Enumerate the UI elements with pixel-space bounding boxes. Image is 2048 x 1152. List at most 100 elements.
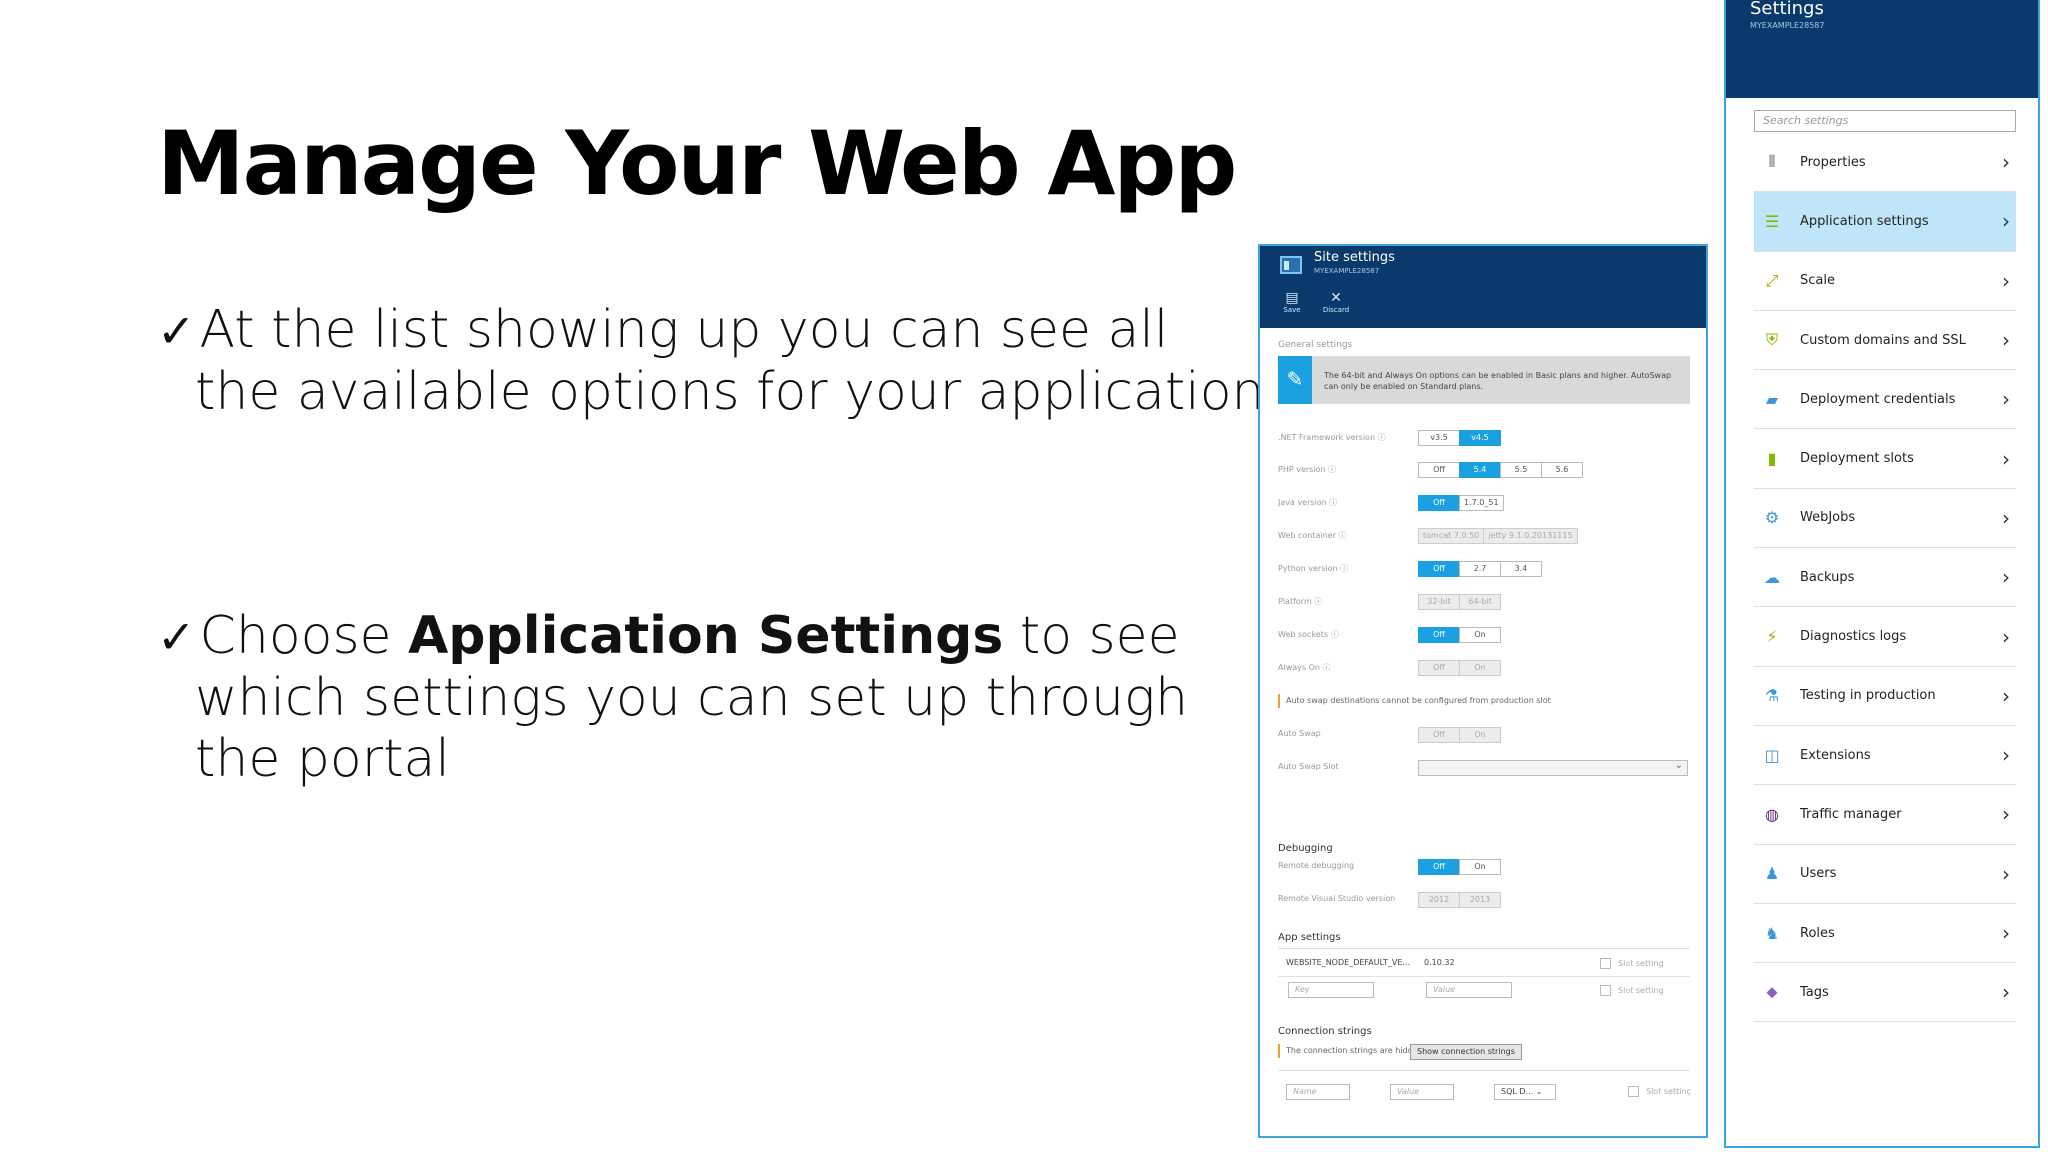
auto-swap-option-off[interactable]: Off bbox=[1418, 727, 1460, 743]
settings-item-custom-domains-and-ssl[interactable]: ⛨ Custom domains and SSL › bbox=[1754, 310, 2016, 371]
general-settings-label: General settings bbox=[1278, 340, 1353, 350]
remote-debugging-option-on[interactable]: On bbox=[1459, 859, 1501, 875]
settings-item-deployment-credentials[interactable]: ▰ Deployment credentials › bbox=[1754, 370, 2016, 430]
info-banner-text: The 64-bit and Always On options can be … bbox=[1324, 371, 1672, 391]
java-version-toggle: Off 1.7.0_51 bbox=[1418, 495, 1504, 511]
app-setting-key[interactable]: WEBSITE_NODE_DEFAULT_VE... bbox=[1286, 958, 1410, 967]
python-version-label: Python version ⓘ bbox=[1278, 564, 1349, 573]
python-option-off[interactable]: Off bbox=[1418, 561, 1460, 577]
vs-option-2012[interactable]: 2012 bbox=[1418, 892, 1460, 908]
web-sockets-option-off[interactable]: Off bbox=[1418, 627, 1460, 643]
app-setting-value-input[interactable]: Value bbox=[1426, 982, 1512, 998]
settings-item-deployment-slots[interactable]: ▮ Deployment slots › bbox=[1754, 429, 2016, 489]
connection-name-input[interactable]: Name bbox=[1286, 1084, 1350, 1100]
site-settings-title: Site settings bbox=[1314, 250, 1395, 265]
settings-blade: Settings MYEXAMPLE28587 Search settings … bbox=[1724, 0, 2040, 1148]
show-connection-strings-button[interactable]: Show connection strings bbox=[1410, 1044, 1522, 1060]
settings-item-label: Roles bbox=[1800, 925, 1835, 941]
bullet-2-pre: Choose bbox=[199, 606, 409, 666]
settings-item-traffic-manager[interactable]: ◍ Traffic manager › bbox=[1754, 785, 2016, 845]
divider bbox=[1278, 948, 1690, 949]
container-option-jetty[interactable]: jetty 9.1.0.20131115 bbox=[1483, 528, 1578, 544]
net-option-v45[interactable]: v4.5 bbox=[1459, 430, 1501, 446]
settings-item-testing-in-production[interactable]: ⚗ Testing in production › bbox=[1754, 666, 2016, 726]
new-slot-setting-checkbox[interactable] bbox=[1600, 985, 1611, 996]
chevron-right-icon: › bbox=[2002, 861, 2010, 886]
divider bbox=[1278, 976, 1690, 977]
cloud-icon: ☁ bbox=[1764, 567, 1780, 587]
connection-type-select[interactable]: SQL D... ⌄ bbox=[1494, 1084, 1556, 1100]
vs-option-2013[interactable]: 2013 bbox=[1459, 892, 1501, 908]
settings-item-properties[interactable]: ⦀ Properties › bbox=[1754, 133, 2016, 193]
settings-item-backups[interactable]: ☁ Backups › bbox=[1754, 548, 2016, 608]
save-button[interactable]: ▤ Save bbox=[1272, 290, 1312, 314]
container-option-tomcat[interactable]: tomcat 7.0.50 bbox=[1418, 528, 1485, 544]
settings-item-label: Traffic manager bbox=[1800, 806, 1902, 822]
bullet-1-line-1: At the list showing up you can see all bbox=[199, 300, 1169, 360]
auto-swap-toggle: Off On bbox=[1418, 727, 1501, 743]
checkmark-icon: ✓ bbox=[157, 610, 196, 664]
always-on-option-on[interactable]: On bbox=[1459, 660, 1501, 676]
auto-swap-option-on[interactable]: On bbox=[1459, 727, 1501, 743]
auto-swap-slot-label: Auto Swap Slot bbox=[1278, 762, 1339, 771]
settings-menu: ⦀ Properties › ☰ Application settings › ⤢ Scale… bbox=[1754, 133, 2016, 1023]
settings-item-users[interactable]: ♟ Users › bbox=[1754, 844, 2016, 904]
php-option-54[interactable]: 5.4 bbox=[1459, 462, 1501, 478]
net-option-v35[interactable]: v3.5 bbox=[1418, 430, 1460, 446]
divider bbox=[1278, 1070, 1690, 1071]
app-setting-key-input[interactable]: Key bbox=[1288, 982, 1374, 998]
settings-item-label: Scale bbox=[1800, 273, 1835, 289]
settings-item-tags[interactable]: ⬥ Tags › bbox=[1754, 963, 2016, 1023]
shield-icon: ⛨ bbox=[1765, 330, 1778, 350]
auto-swap-label: Auto Swap bbox=[1278, 729, 1321, 738]
python-option-27[interactable]: 2.7 bbox=[1459, 561, 1501, 577]
settings-title: Settings bbox=[1750, 0, 1824, 19]
net-version-toggle: v3.5 v4.5 bbox=[1418, 430, 1501, 446]
settings-item-scale[interactable]: ⤢ Scale › bbox=[1754, 251, 2016, 311]
settings-item-label: Deployment credentials bbox=[1800, 391, 1956, 407]
settings-item-application-settings[interactable]: ☰ Application settings › bbox=[1754, 192, 2016, 252]
chevron-right-icon: › bbox=[2002, 328, 2010, 353]
php-option-off[interactable]: Off bbox=[1418, 462, 1460, 478]
slot-setting-label: Slot setting bbox=[1618, 959, 1664, 968]
platform-option-64bit[interactable]: 64-bit bbox=[1459, 594, 1501, 610]
platform-option-32bit[interactable]: 32-bit bbox=[1418, 594, 1460, 610]
settings-item-label: Custom domains and SSL bbox=[1800, 332, 1966, 348]
search-settings-input[interactable]: Search settings bbox=[1754, 110, 2016, 132]
settings-item-label: WebJobs bbox=[1800, 510, 1856, 526]
always-on-option-off[interactable]: Off bbox=[1418, 660, 1460, 676]
properties-icon: ⦀ bbox=[1768, 152, 1776, 172]
chevron-right-icon: › bbox=[2002, 980, 2010, 1005]
slot-setting-checkbox[interactable] bbox=[1600, 958, 1611, 969]
slide-title: Manage Your Web App bbox=[157, 112, 1237, 215]
java-option-off[interactable]: Off bbox=[1418, 495, 1460, 511]
auto-swap-slot-select[interactable]: ⌄ bbox=[1418, 760, 1688, 776]
autoswap-warning: Auto swap destinations cannot be configu… bbox=[1278, 694, 1551, 708]
bullet-point-1: ✓At the list showing up you can see all … bbox=[157, 300, 1264, 423]
bullet-2-line-3: the portal bbox=[195, 729, 450, 789]
settings-item-label: Application settings bbox=[1800, 213, 1929, 229]
remote-debugging-option-off[interactable]: Off bbox=[1418, 859, 1460, 875]
settings-item-diagnostics-logs[interactable]: ⚡ Diagnostics logs › bbox=[1754, 607, 2016, 667]
settings-item-extensions[interactable]: ◫ Extensions › bbox=[1754, 725, 2016, 786]
discard-button[interactable]: ✕ Discard bbox=[1316, 290, 1356, 314]
php-option-55[interactable]: 5.5 bbox=[1500, 462, 1542, 478]
vs-version-label: Remote Visual Studio version bbox=[1278, 894, 1396, 903]
testing-icon: ⚗ bbox=[1764, 686, 1780, 706]
settings-item-roles[interactable]: ♞ Roles › bbox=[1754, 903, 2016, 964]
platform-label: Platform ⓘ bbox=[1278, 597, 1323, 606]
settings-subtitle: MYEXAMPLE28587 bbox=[1750, 21, 1825, 30]
python-option-34[interactable]: 3.4 bbox=[1500, 561, 1542, 577]
chevron-right-icon: › bbox=[2002, 387, 2010, 412]
connection-slot-setting-checkbox[interactable] bbox=[1628, 1086, 1639, 1097]
connection-value-input[interactable]: Value bbox=[1390, 1084, 1454, 1100]
app-setting-value[interactable]: 0.10.32 bbox=[1424, 958, 1455, 967]
java-option-170[interactable]: 1.7.0_51 bbox=[1459, 495, 1504, 511]
settings-item-label: Testing in production bbox=[1800, 688, 1936, 704]
java-version-label: Java version ⓘ bbox=[1278, 498, 1338, 507]
php-option-56[interactable]: 5.6 bbox=[1541, 462, 1583, 478]
connection-strings-heading: Connection strings bbox=[1278, 1026, 1372, 1037]
settings-item-webjobs[interactable]: ⚙ WebJobs › bbox=[1754, 488, 2016, 549]
web-sockets-option-on[interactable]: On bbox=[1459, 627, 1501, 643]
vs-version-toggle: 2012 2013 bbox=[1418, 892, 1501, 908]
